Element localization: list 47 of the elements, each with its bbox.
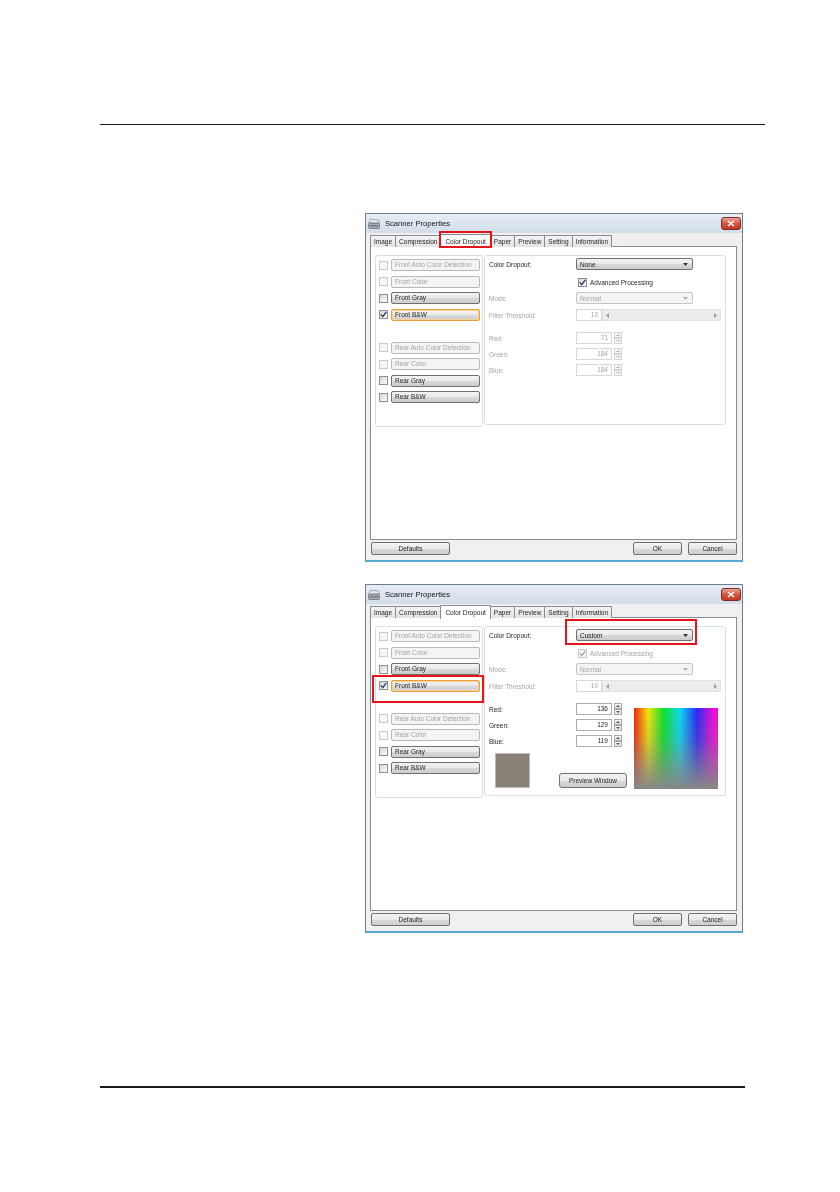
scanner-icon [368,588,380,601]
checkbox[interactable] [379,664,388,674]
checkbox[interactable] [379,310,388,319]
left-arrow-icon [606,683,609,689]
checkbox[interactable] [379,392,388,402]
spin-down-button[interactable] [614,709,622,715]
checkbox[interactable] [379,376,388,385]
spin-up-button[interactable] [614,719,622,725]
up-arrow-icon [616,705,620,707]
close-button[interactable] [721,588,741,601]
spin-down-button[interactable] [614,725,622,731]
down-arrow-icon [616,743,620,745]
color-swatch-icon [495,753,530,788]
check-icon [380,311,387,318]
right-arrow-icon [714,312,717,318]
color-spectrum[interactable] [634,708,718,789]
spin-down-button[interactable] [614,741,622,747]
up-arrow-icon [616,350,620,352]
checkbox[interactable] [379,763,388,773]
down-arrow-icon [616,727,620,729]
up-arrow-icon [616,334,620,336]
caret-icon [683,262,688,266]
checkbox[interactable] [379,681,388,690]
caret-icon [683,296,688,300]
spin-up-button[interactable] [614,703,622,709]
down-arrow-icon [616,372,620,374]
checkbox[interactable] [578,277,587,287]
caret-icon [683,633,688,637]
caret-icon [683,667,688,671]
spin-up-button[interactable] [614,735,622,741]
checkbox[interactable] [379,747,388,756]
up-arrow-icon [616,737,620,739]
scanner-icon [368,217,380,230]
down-arrow-icon [616,711,620,713]
checkbox[interactable] [379,293,388,303]
left-arrow-icon [606,312,609,318]
close-button[interactable] [721,217,741,230]
check-icon [380,682,387,689]
check-icon [579,649,586,657]
down-arrow-icon [616,356,620,358]
check-icon [579,278,586,286]
right-arrow-icon [714,683,717,689]
up-arrow-icon [616,366,620,368]
up-arrow-icon [616,721,620,723]
close-icon [727,220,735,227]
down-arrow-icon [616,340,620,342]
close-icon [727,591,735,598]
